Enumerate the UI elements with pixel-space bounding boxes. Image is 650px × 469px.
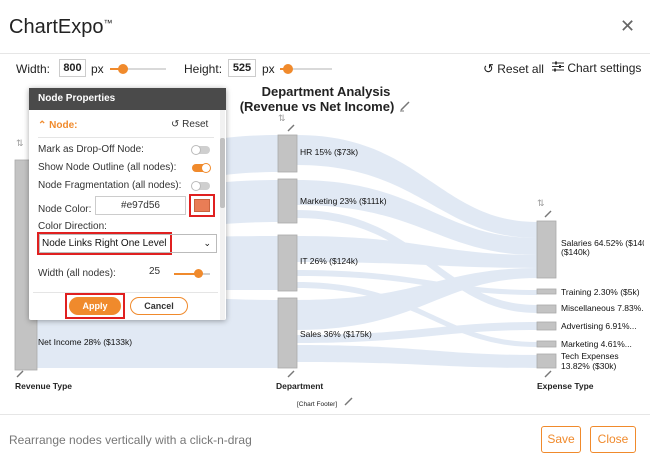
node-it[interactable] [277,234,298,292]
fragmentation-toggle[interactable] [191,181,210,191]
size-toolbar: Width: 800 px Height: 525 px ↺ Reset all… [0,58,650,80]
node-color-label: Node Color: [38,204,92,215]
chart-title-line2: (Revenue vs Net Income) [240,99,395,114]
save-button[interactable]: Save [541,426,581,453]
reset-all-button[interactable]: ↺ Reset all [483,61,544,77]
footer-hint: Rearrange nodes vertically with a click-… [9,433,252,447]
chart-footer: [Chart Footer] [297,401,337,408]
width-nodes-label: Width (all nodes): [38,268,116,279]
node-label-hr: HR 15% ($73k) [300,147,358,157]
sliders-icon [552,61,567,75]
panel-body: ⌃ Node: ↺ Reset Mark as Drop-Off Node: S… [29,110,226,320]
node-section-label: Node: [49,120,78,131]
node-label-tech-expenses-value: 13.82% ($30k) [561,361,616,371]
apply-button[interactable]: Apply [69,297,121,315]
node-section-header[interactable]: ⌃ Node: [38,120,78,131]
node-label-net-income: Net Income 28% ($133k) [38,337,132,347]
width-input[interactable]: 800 [59,59,86,77]
node-properties-panel: Node Properties ⌃ Node: ↺ Reset Mark as … [29,88,226,320]
close-button[interactable]: Close [590,426,636,453]
panel-reset-button[interactable]: ↺ Reset [171,119,208,130]
fragmentation-label: Node Fragmentation (all nodes): [38,180,182,191]
axis-label-department: Department [276,381,323,391]
color-direction-label: Color Direction: [38,221,107,232]
undo-icon: ↺ [171,119,180,130]
axis-label-revenue-type: Revenue Type [15,381,72,391]
height-unit: px [262,62,275,76]
node-salaries[interactable] [536,220,557,279]
node-marketing[interactable] [277,178,298,224]
panel-scrollbar[interactable] [220,110,225,320]
close-icon[interactable]: ✕ [620,17,635,35]
node-training[interactable] [536,288,557,295]
width-slider-knob[interactable] [118,64,128,74]
divider [38,137,214,138]
width-unit: px [91,62,104,76]
node-label-training: Training 2.30% ($5k) [561,287,640,297]
node-label-it: IT 26% ($124k) [300,256,358,266]
sort-icon-expense[interactable]: ⇅ [537,198,545,208]
dialog-footer: Rearrange nodes vertically with a click-… [0,414,650,469]
node-advertising[interactable] [536,321,557,331]
sort-icon-department[interactable]: ⇅ [278,113,286,123]
chevron-up-icon: ⌃ [38,120,47,131]
edit-title-icon[interactable] [400,101,410,112]
width-nodes-value[interactable]: 25 [143,266,173,281]
chartexpo-dialog: ChartExpo™ ✕ Width: 800 px Height: 525 p… [0,0,650,469]
width-nodes-slider-knob[interactable] [194,269,203,278]
show-outline-label: Show Node Outline (all nodes): [38,162,177,173]
link-sales-salaries [297,268,537,330]
app-title-text: ChartExpo [9,16,104,38]
show-outline-toggle[interactable] [192,163,211,173]
node-sales[interactable] [277,297,298,369]
undo-icon: ↺ [483,61,494,76]
dialog-header: ChartExpo™ ✕ [0,0,650,54]
axis-label-expense-type: Expense Type [537,381,594,391]
panel-title: Node Properties [29,88,226,110]
chart-settings-button[interactable]: Chart settings [552,61,641,75]
trademark-symbol: ™ [103,18,113,28]
node-tech-expenses[interactable] [536,353,557,369]
height-slider-knob[interactable] [283,64,293,74]
mark-dropoff-label: Mark as Drop-Off Node: [38,144,144,155]
divider [33,292,218,293]
node-color-swatch[interactable] [194,199,210,212]
width-nodes-slider-fill [174,273,196,275]
node-label-marketing: Marketing 23% ($111k) [300,196,387,206]
color-direction-select[interactable]: Node Links Right One Level ⌄ [39,234,217,253]
node-label-miscellaneous: Miscellaneous 7.83%... [561,303,644,313]
cancel-button[interactable]: Cancel [130,297,188,315]
app-title: ChartExpo™ [9,16,113,39]
node-label-marketing-expense: Marketing 4.61%... [561,339,632,349]
panel-scroll-thumb[interactable] [220,138,225,208]
node-marketing-expense[interactable] [536,340,557,348]
node-color-input[interactable]: #e97d56 [95,196,186,215]
height-label: Height: [184,62,223,76]
node-label-tech-expenses: Tech Expenses [561,351,619,361]
node-label-sales: Sales 36% ($175k) [300,329,372,339]
color-direction-value: Node Links Right One Level [42,238,167,249]
chart-settings-label: Chart settings [567,61,642,75]
panel-reset-label: Reset [182,119,209,130]
width-label: Width: [16,62,51,76]
sort-icon-revenue[interactable]: ⇅ [16,138,24,148]
chevron-down-icon: ⌄ [203,238,211,248]
reset-all-label: Reset all [497,62,544,76]
edit-footer-icon[interactable] [344,397,353,406]
node-label-advertising: Advertising 6.91%... [561,321,637,331]
link-to-tech [297,345,537,368]
node-label-salaries-value: ($140k) [561,247,590,257]
node-miscellaneous[interactable] [536,304,557,314]
node-hr[interactable] [277,134,298,173]
mark-dropoff-toggle[interactable] [191,145,210,155]
chart-title-line1: Department Analysis [262,84,391,99]
height-input[interactable]: 525 [228,59,256,77]
